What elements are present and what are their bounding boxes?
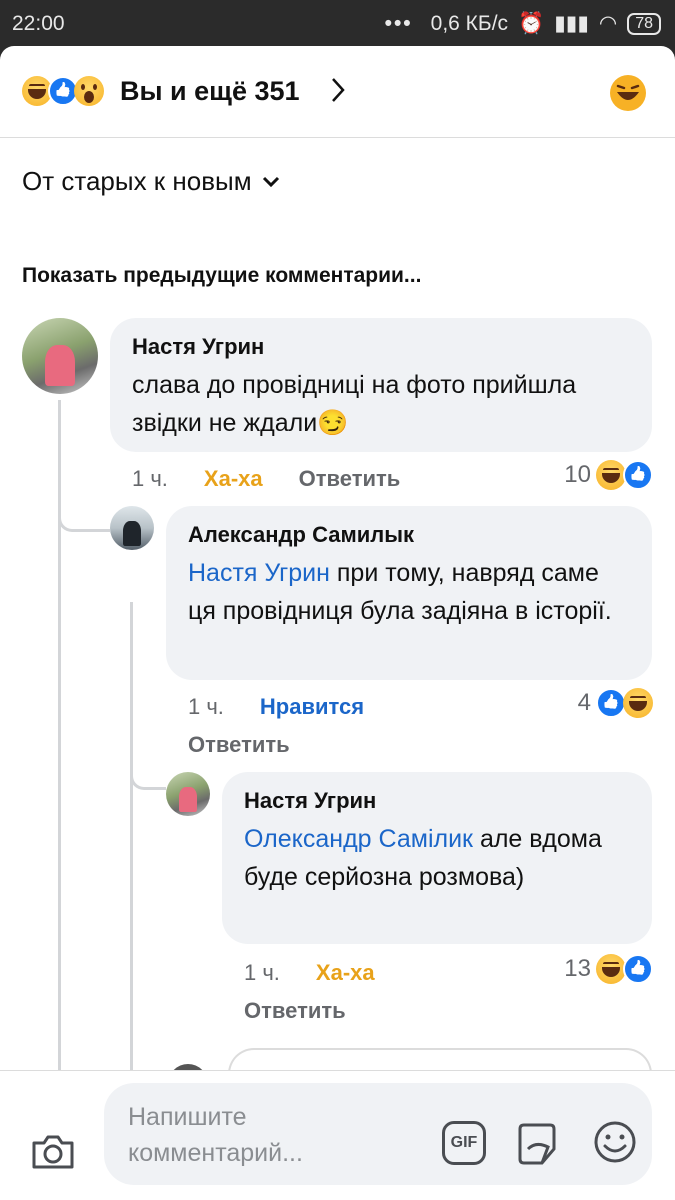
thread-connector — [130, 746, 166, 790]
comment-actions-row2: Ответить — [188, 732, 290, 758]
comment-input-placeholder: Напишите комментарий... — [128, 1103, 303, 1167]
haha-reaction-icon — [596, 954, 626, 984]
reaction-count[interactable]: 10 — [564, 460, 653, 490]
reactions-header[interactable]: Вы и ещё 351 — [0, 46, 675, 138]
haha-reaction-icon — [596, 460, 626, 490]
comment-author[interactable]: Александр Самилык — [188, 522, 630, 548]
reply-button[interactable]: Ответить — [299, 466, 401, 492]
comment-composer: Напишите комментарий... GIF — [0, 1070, 675, 1200]
gif-button[interactable]: GIF — [442, 1121, 486, 1165]
like-reaction-icon — [596, 688, 626, 718]
comment-bubble[interactable]: Настя Угрин Олександр Самілик але вдома … — [222, 772, 652, 944]
comment-text: Олександр Самілик але вдома буде серйозн… — [244, 820, 630, 896]
reaction-count-value: 13 — [564, 955, 591, 982]
comment-author[interactable]: Настя Угрин — [244, 788, 630, 814]
network-speed: 0,6 КБ/с — [430, 11, 509, 35]
react-button[interactable]: Ха-ха — [316, 960, 375, 986]
show-previous-comments-link[interactable]: Показать предыдущие комментарии... — [22, 264, 421, 288]
comment-time[interactable]: 1 ч. — [244, 960, 280, 986]
like-reaction-icon — [623, 954, 653, 984]
emoji-icon[interactable] — [592, 1119, 638, 1165]
comment-actions: 1 ч. Ха-ха Ответить — [132, 466, 400, 492]
comment-actions: 1 ч. Нравится — [188, 694, 364, 720]
camera-icon[interactable] — [30, 1133, 76, 1171]
comment-input[interactable]: Напишите комментарий... GIF — [104, 1083, 652, 1185]
alarm-icon: ⏰ — [518, 11, 545, 35]
wifi-icon: ◠ — [598, 12, 618, 35]
reply-button[interactable]: Ответить — [244, 998, 346, 1024]
avatar[interactable] — [110, 506, 154, 550]
haha-reaction-icon — [623, 688, 653, 718]
status-time: 22:00 — [12, 12, 65, 35]
wow-reaction-icon — [74, 76, 104, 106]
battery-icon: 78 — [627, 12, 661, 35]
comment-time[interactable]: 1 ч. — [132, 466, 168, 492]
reaction-count[interactable]: 13 — [564, 954, 653, 984]
comment-actions-row2: Ответить — [244, 998, 346, 1024]
status-bar: 22:00 ••• 0,6 КБ/с ⏰ ▮▮▮ ◠ 78 — [0, 0, 675, 46]
haha-react-button[interactable] — [609, 74, 647, 112]
chevron-down-icon — [262, 176, 279, 187]
reply-button[interactable]: Ответить — [188, 732, 290, 758]
avatar[interactable] — [166, 772, 210, 816]
reaction-count-value: 10 — [564, 461, 591, 488]
comment-bubble[interactable]: Александр Самилык Настя Угрин при тому, … — [166, 506, 652, 680]
comments-sheet: Вы и ещё 351 От старых к новым Показать … — [0, 46, 675, 1200]
thread-line — [130, 602, 133, 1080]
signal-icon: ▮▮▮ — [554, 12, 589, 35]
status-indicators: ••• 0,6 КБ/с ⏰ ▮▮▮ ◠ 78 — [385, 11, 661, 36]
reaction-count[interactable]: 4 — [578, 688, 653, 718]
comment-text: слава до провідниці на фото прийшла звід… — [132, 371, 577, 437]
comment-bubble[interactable]: Настя Угрин слава до провідниці на фото … — [110, 318, 652, 452]
comment-time[interactable]: 1 ч. — [188, 694, 224, 720]
chevron-right-icon[interactable] — [330, 76, 346, 104]
react-button[interactable]: Нравится — [260, 694, 364, 720]
mention-link[interactable]: Настя Угрин — [188, 559, 330, 587]
react-button[interactable]: Ха-ха — [204, 466, 263, 492]
more-dots-icon: ••• — [384, 11, 413, 35]
sticker-icon[interactable] — [514, 1121, 560, 1167]
avatar[interactable] — [22, 318, 98, 394]
reactions-summary-text[interactable]: Вы и ещё 351 — [120, 76, 300, 107]
like-reaction-icon — [623, 460, 653, 490]
reaction-summary[interactable] — [22, 76, 104, 106]
reaction-count-value: 4 — [577, 689, 591, 716]
sort-label: От старых к новым — [22, 166, 252, 196]
thread-connector — [58, 486, 110, 532]
comment-author[interactable]: Настя Угрин — [132, 334, 630, 360]
mention-link[interactable]: Олександр Самілик — [244, 825, 473, 853]
comment-text: Настя Угрин при тому, навряд саме ця про… — [188, 554, 630, 630]
sort-dropdown[interactable]: От старых к новым — [22, 166, 280, 197]
comment-actions: 1 ч. Ха-ха — [244, 960, 375, 986]
